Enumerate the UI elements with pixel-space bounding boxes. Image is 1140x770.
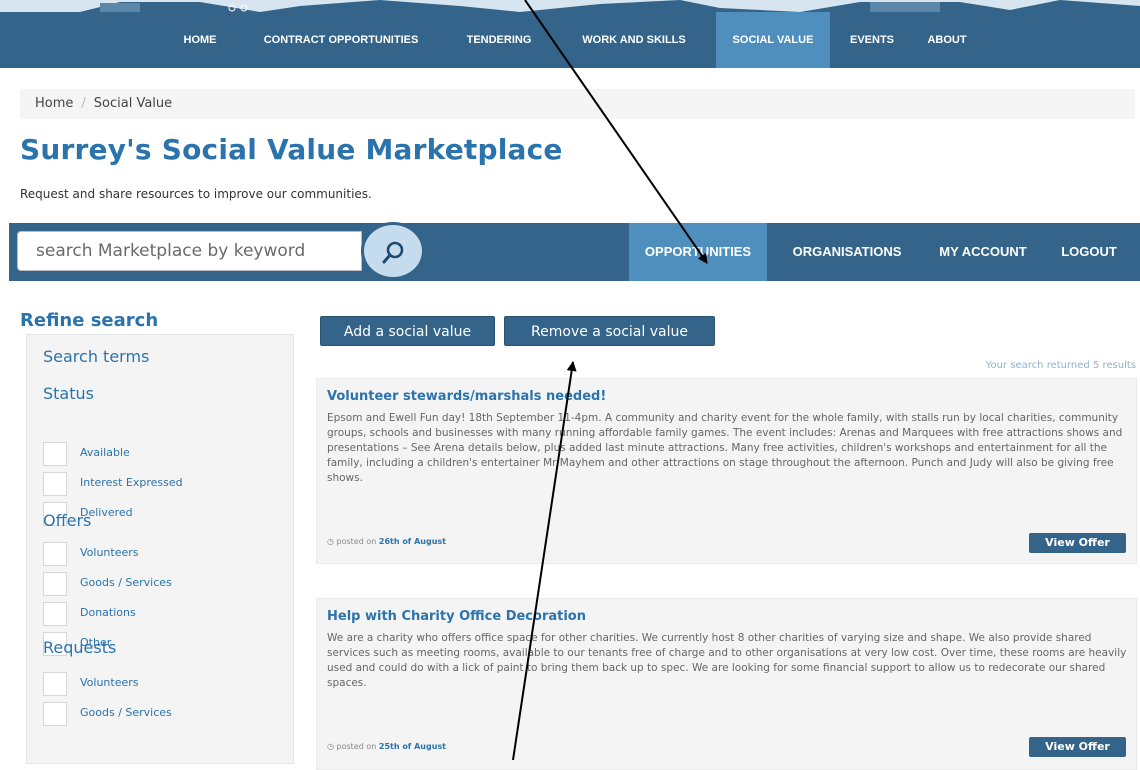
filter-label: Available <box>80 446 130 459</box>
posted-prefix: posted on <box>336 537 377 546</box>
nav-work-and-skills[interactable]: WORK AND SKILLS <box>560 12 708 68</box>
result-count: Your search returned 5 results <box>985 360 1136 371</box>
breadcrumb-separator: / <box>81 96 86 111</box>
search-terms-heading[interactable]: Search terms <box>43 347 149 366</box>
checkbox[interactable] <box>43 702 67 726</box>
clock-icon: ◷ <box>327 537 334 546</box>
filter-label: Volunteers <box>80 546 139 559</box>
result-card: Volunteer stewards/marshals needed! Epso… <box>316 378 1137 564</box>
filter-label: Donations <box>80 606 136 619</box>
filter-label: Interest Expressed <box>80 476 183 489</box>
result-title[interactable]: Help with Charity Office Decoration <box>327 609 586 624</box>
page-title: Surrey's Social Value Marketplace <box>20 133 563 166</box>
posted-date: 25th of August <box>378 742 446 751</box>
search-icon <box>382 241 404 264</box>
view-offer-button[interactable]: View Offer <box>1029 737 1126 757</box>
breadcrumb-home[interactable]: Home <box>35 89 73 119</box>
filter-label: Volunteers <box>80 676 139 689</box>
checkbox[interactable] <box>43 572 67 596</box>
subnav-logout[interactable]: LOGOUT <box>1049 223 1129 281</box>
posted-date: 26th of August <box>378 537 446 546</box>
refine-search-heading: Refine search <box>20 310 159 331</box>
nav-contract-opportunities[interactable]: CONTRACT OPPORTUNITIES <box>244 12 438 68</box>
subnav-opportunities[interactable]: OPPORTUNITIES <box>629 223 767 281</box>
status-heading: Status <box>43 384 94 403</box>
filter-panel: Search terms Status Available Interest E… <box>26 334 294 764</box>
nav-social-value[interactable]: SOCIAL VALUE <box>716 12 830 68</box>
nav-events[interactable]: EVENTS <box>834 12 910 68</box>
result-description: We are a charity who offers office space… <box>327 632 1127 689</box>
checkbox[interactable] <box>43 602 67 626</box>
main-navigation: HOME CONTRACT OPPORTUNITIES TENDERING WO… <box>0 12 1140 68</box>
requests-heading: Requests <box>43 638 117 657</box>
posted-meta: ◷ posted on 25th of August <box>327 742 446 751</box>
view-offer-button[interactable]: View Offer <box>1029 533 1126 553</box>
result-card: Help with Charity Office Decoration We a… <box>316 598 1137 770</box>
nav-tendering[interactable]: TENDERING <box>446 12 552 68</box>
skyline-illustration <box>0 0 1140 12</box>
remove-social-value-button[interactable]: Remove a social value <box>504 316 715 346</box>
marketplace-toolbar: OPPORTUNITIES ORGANISATIONS MY ACCOUNT L… <box>9 222 1140 281</box>
checkbox[interactable] <box>43 672 67 696</box>
clock-icon: ◷ <box>327 742 334 751</box>
filter-label: Goods / Services <box>80 576 172 589</box>
add-social-value-button[interactable]: Add a social value <box>320 316 495 346</box>
filter-label: Goods / Services <box>80 706 172 719</box>
page-subtitle: Request and share resources to improve o… <box>20 187 372 201</box>
search-button[interactable] <box>361 222 425 280</box>
posted-prefix: posted on <box>336 742 377 751</box>
result-description: Epsom and Ewell Fun day! 18th September … <box>327 412 1123 484</box>
checkbox[interactable] <box>43 542 67 566</box>
posted-meta: ◷ posted on 26th of August <box>327 537 446 546</box>
site-header: HOME CONTRACT OPPORTUNITIES TENDERING WO… <box>0 0 1140 68</box>
result-title[interactable]: Volunteer stewards/marshals needed! <box>327 389 606 404</box>
checkbox[interactable] <box>43 472 67 496</box>
subnav-organisations[interactable]: ORGANISATIONS <box>775 223 919 281</box>
checkbox[interactable] <box>43 442 67 466</box>
nav-home[interactable]: HOME <box>160 12 240 68</box>
breadcrumb: Home / Social Value <box>20 89 1135 119</box>
offers-heading: Offers <box>43 511 92 530</box>
subnav-my-account[interactable]: MY ACCOUNT <box>923 223 1043 281</box>
nav-about[interactable]: ABOUT <box>912 12 982 68</box>
search-input[interactable] <box>17 231 362 271</box>
breadcrumb-current: Social Value <box>93 96 173 111</box>
